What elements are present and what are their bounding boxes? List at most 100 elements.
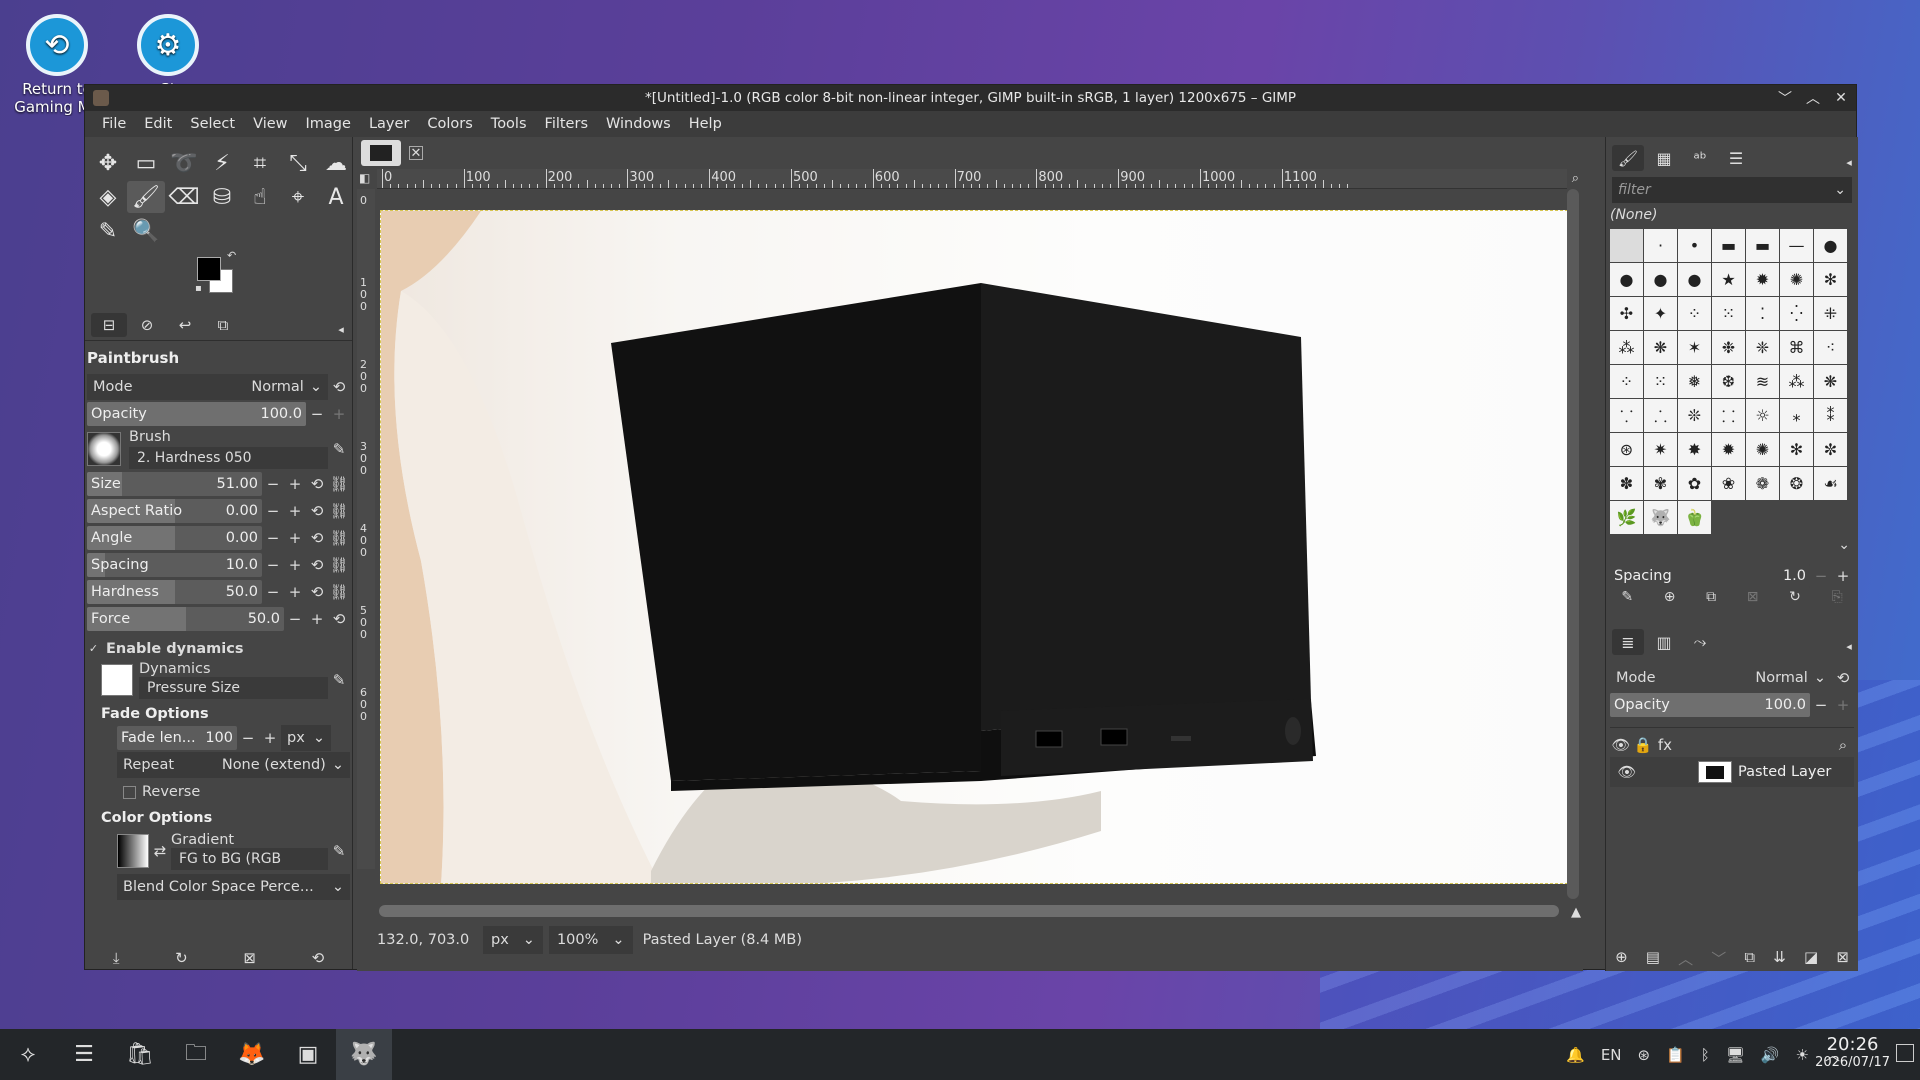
- reset-icon[interactable]: ⟲: [306, 475, 328, 493]
- brush-thumbnail[interactable]: ❉: [1712, 331, 1745, 364]
- brushes-tab-icon[interactable]: 🖌: [1612, 145, 1644, 171]
- show-desktop-icon[interactable]: [1896, 1044, 1914, 1062]
- unified-transform-tool-icon[interactable]: ⤡: [279, 147, 317, 179]
- reverse-gradient-icon[interactable]: ⇄: [149, 842, 171, 860]
- brush-thumbnail[interactable]: ☙: [1814, 467, 1847, 500]
- delete-brush-icon[interactable]: ⊠: [1747, 589, 1759, 605]
- device-status-tab-icon[interactable]: ⊘: [129, 313, 165, 337]
- brush-thumbnail[interactable]: ✻: [1780, 433, 1813, 466]
- brush-thumbnail[interactable]: 🐺: [1644, 501, 1677, 534]
- close-icon[interactable]: ✕: [1832, 90, 1850, 106]
- link-icon[interactable]: ⛓: [328, 502, 350, 520]
- clipboard-icon[interactable]: 📋: [1666, 1046, 1685, 1064]
- zoom-combo[interactable]: 100% ⌄: [548, 926, 633, 954]
- channels-tab-icon[interactable]: ▥: [1648, 629, 1680, 655]
- lasso-tool-icon[interactable]: ➰: [165, 147, 203, 179]
- menu-tools[interactable]: Tools: [482, 116, 536, 132]
- brush-thumbnail[interactable]: ❁: [1746, 467, 1779, 500]
- network-icon[interactable]: 🖥: [1726, 1046, 1745, 1064]
- plus-icon[interactable]: +: [284, 475, 306, 493]
- raise-layer-icon[interactable]: ︿: [1678, 948, 1693, 969]
- mask-layer-icon[interactable]: ◪: [1804, 948, 1818, 969]
- fx-icon[interactable]: fx: [1654, 736, 1676, 754]
- open-brush-icon[interactable]: ⎘: [1831, 589, 1842, 605]
- chevron-down-icon[interactable]: ⌄: [1834, 182, 1846, 198]
- enable-dynamics-checkbox[interactable]: ✓ Enable dynamics: [87, 641, 350, 657]
- steam-tray-icon[interactable]: ⊛: [1638, 1046, 1651, 1064]
- quick-mask-icon[interactable]: ◧: [359, 171, 370, 185]
- brush-thumbnail[interactable]: ▬: [1712, 229, 1745, 262]
- brush-thumbnail[interactable]: ✣: [1610, 297, 1643, 330]
- file-manager-icon[interactable]: 🗀: [168, 1029, 224, 1080]
- plus-icon[interactable]: +: [284, 556, 306, 574]
- edit-gradient-icon[interactable]: ✎: [328, 842, 350, 860]
- param-slider[interactable]: Angle 0.00: [87, 526, 262, 550]
- discover-store-icon[interactable]: 🛍: [112, 1029, 168, 1080]
- configure-tab-icon[interactable]: ◂: [1842, 633, 1856, 659]
- fade-unit-combo[interactable]: px ⌄: [281, 725, 331, 751]
- brush-thumbnail[interactable]: ✺: [1780, 263, 1813, 296]
- brush-thumbnail[interactable]: ⌘: [1780, 331, 1813, 364]
- brush-filter-input[interactable]: filter ⌄: [1612, 177, 1852, 203]
- text-tool-icon[interactable]: A: [317, 181, 355, 213]
- menu-filters[interactable]: Filters: [536, 116, 597, 132]
- reset-icon[interactable]: ⟲: [328, 610, 350, 628]
- paths-tool-icon[interactable]: ⌖: [279, 181, 317, 213]
- rect-select-tool-icon[interactable]: ▭: [127, 147, 165, 179]
- link-icon[interactable]: ⛓: [328, 529, 350, 547]
- plus-icon[interactable]: +: [284, 529, 306, 547]
- edit-brush-icon[interactable]: ✎: [1621, 589, 1633, 605]
- brush-thumbnail[interactable]: ⁂: [1610, 331, 1643, 364]
- brush-thumbnail[interactable]: ✦: [1644, 297, 1677, 330]
- images-tab-icon[interactable]: ⧉: [205, 313, 241, 337]
- brush-thumbnail[interactable]: ❈: [1746, 331, 1779, 364]
- brush-thumbnail[interactable]: ✺: [1746, 433, 1779, 466]
- brush-thumbnail[interactable]: ⁑: [1814, 399, 1847, 432]
- brush-thumbnail[interactable]: ✷: [1644, 433, 1677, 466]
- menu-select[interactable]: Select: [181, 116, 244, 132]
- reset-mode-icon[interactable]: ⟲: [1832, 669, 1854, 687]
- tool-options-tab-icon[interactable]: ⊟: [91, 313, 127, 337]
- brush-thumbnail[interactable]: ⁛: [1780, 297, 1813, 330]
- image-tab-thumbnail[interactable]: [361, 140, 401, 166]
- layers-tab-icon[interactable]: ≣: [1612, 629, 1644, 655]
- eraser-tool-icon[interactable]: ⌫: [165, 181, 203, 213]
- brush-thumbnail[interactable]: ✽: [1610, 467, 1643, 500]
- brush-thumbnail[interactable]: ★: [1712, 263, 1745, 296]
- plus-icon[interactable]: +: [1832, 696, 1854, 714]
- color-picker-tool-icon[interactable]: ✎: [89, 215, 127, 247]
- refresh-brushes-icon[interactable]: ↻: [1789, 589, 1801, 605]
- plus-icon[interactable]: +: [284, 502, 306, 520]
- brush-thumbnail[interactable]: ✶: [1678, 331, 1711, 364]
- brush-thumbnail[interactable]: ●: [1610, 263, 1643, 296]
- brush-thumbnail[interactable]: ⁙: [1644, 365, 1677, 398]
- link-icon[interactable]: ⛓: [328, 475, 350, 493]
- image-canvas[interactable]: [380, 210, 1578, 884]
- brush-thumbnail[interactable]: •: [1678, 229, 1711, 262]
- brush-thumbnail[interactable]: ✹: [1746, 263, 1779, 296]
- delete-options-icon[interactable]: ⊠: [243, 949, 256, 967]
- new-brush-icon[interactable]: ⊕: [1664, 589, 1676, 605]
- bluetooth-icon[interactable]: ᛒ: [1701, 1046, 1710, 1064]
- plus-icon[interactable]: +: [1832, 567, 1854, 585]
- link-icon[interactable]: ⛓: [328, 583, 350, 601]
- gradient-field[interactable]: FG to BG (RGB: [171, 848, 328, 870]
- minus-icon[interactable]: −: [237, 729, 259, 747]
- title-bar[interactable]: *[Untitled]-1.0 (RGB color 8-bit non-lin…: [85, 85, 1856, 111]
- chevron-down-icon[interactable]: ⌄: [1838, 537, 1850, 553]
- menu-help[interactable]: Help: [680, 116, 731, 132]
- brush-thumbnail[interactable]: —: [1780, 229, 1813, 262]
- reset-icon[interactable]: ⟲: [306, 529, 328, 547]
- brush-thumbnail[interactable]: ●: [1814, 229, 1847, 262]
- brush-thumbnail[interactable]: ✿: [1678, 467, 1711, 500]
- vertical-scrollbar[interactable]: [1567, 189, 1579, 899]
- plus-icon[interactable]: +: [259, 729, 281, 747]
- delete-layer-icon[interactable]: ⊠: [1836, 948, 1849, 969]
- warp-transform-tool-icon[interactable]: ☁: [317, 147, 355, 179]
- brush-thumbnail[interactable]: ⁜: [1814, 297, 1847, 330]
- lock-icon[interactable]: 🔒: [1632, 736, 1654, 754]
- swap-colors-icon[interactable]: ↶: [227, 249, 236, 262]
- layer-row[interactable]: 👁 Pasted Layer: [1610, 757, 1854, 787]
- minimize-icon[interactable]: ﹀: [1776, 88, 1794, 108]
- close-image-tab-icon[interactable]: ✕: [409, 146, 423, 161]
